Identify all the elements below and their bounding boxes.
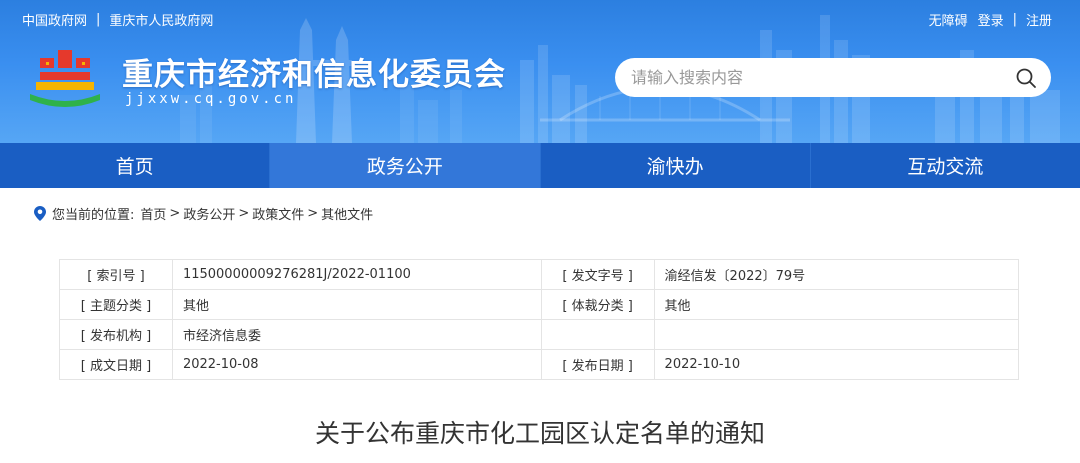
breadcrumb-separator: >	[307, 206, 319, 221]
document-title: 关于公布重庆市化工园区认定名单的通知	[314, 419, 765, 448]
info-label-written-date: [ 成文日期 ]	[59, 349, 173, 380]
site-header: 中国政府网 | 重庆市人民政府网 无障碍 登录 | 注册 重庆市经济和信息化委员…	[0, 0, 1080, 143]
breadcrumb: 您当前的位置: 首页 > 政务公开 > 政策文件 > 其他文件	[34, 204, 373, 223]
info-value-genre: 其他	[653, 289, 1020, 320]
link-register[interactable]: 注册	[1026, 10, 1052, 29]
top-links-right: 无障碍 登录 | 注册	[929, 10, 1052, 29]
info-value-topic: 其他	[171, 289, 542, 320]
table-row: [ 发布机构 ] 市经济信息委	[59, 319, 1020, 350]
info-value-written-date: 2022-10-08	[171, 349, 542, 380]
info-value-publisher: 市经济信息委	[171, 319, 542, 350]
breadcrumb-item-gov-affairs[interactable]: 政务公开	[183, 204, 235, 223]
nav-item-yukuaiban[interactable]: 渝快办	[540, 143, 811, 188]
search-box	[615, 58, 1051, 97]
info-label-publish-date: [ 发布日期 ]	[540, 349, 655, 380]
info-value-index: 11500000009276281J/2022-01100	[171, 259, 542, 290]
location-pin-icon	[34, 206, 46, 221]
info-value-doc-number: 渝经信发〔2022〕79号	[653, 259, 1020, 290]
search-button[interactable]	[1001, 58, 1051, 97]
breadcrumb-separator: >	[238, 206, 250, 221]
top-links-left: 中国政府网 | 重庆市人民政府网	[22, 10, 213, 29]
info-label-index: [ 索引号 ]	[59, 259, 173, 290]
site-logo-icon[interactable]	[26, 44, 104, 112]
link-cq-gov[interactable]: 重庆市人民政府网	[109, 10, 213, 29]
document-info-table: [ 索引号 ] 11500000009276281J/2022-01100 [ …	[59, 259, 1020, 380]
table-row: [ 成文日期 ] 2022-10-08 [ 发布日期 ] 2022-10-10	[59, 349, 1020, 380]
link-accessibility[interactable]: 无障碍	[929, 10, 968, 29]
breadcrumb-item-other-docs[interactable]: 其他文件	[321, 204, 373, 223]
table-row: [ 索引号 ] 11500000009276281J/2022-01100 [ …	[59, 259, 1020, 290]
link-gov-cn[interactable]: 中国政府网	[22, 10, 87, 29]
main-nav: 首页 政务公开 渝快办 互动交流	[0, 143, 1080, 188]
info-label-doc-number: [ 发文字号 ]	[540, 259, 655, 290]
breadcrumb-item-policy-docs[interactable]: 政策文件	[252, 204, 304, 223]
table-row: [ 主题分类 ] 其他 [ 体裁分类 ] 其他	[59, 289, 1020, 320]
info-label-publisher: [ 发布机构 ]	[59, 319, 173, 350]
top-links-divider: |	[96, 12, 101, 27]
search-icon	[1016, 68, 1036, 88]
nav-item-gov-affairs[interactable]: 政务公开	[270, 143, 541, 188]
breadcrumb-item-home[interactable]: 首页	[140, 204, 166, 223]
info-value-empty	[653, 319, 1020, 350]
site-domain: jjxxw.cq.gov.cn	[125, 91, 297, 107]
nav-item-interaction[interactable]: 互动交流	[810, 143, 1080, 188]
top-links-divider: |	[1012, 12, 1017, 27]
nav-item-home[interactable]: 首页	[0, 143, 271, 188]
info-label-empty	[540, 319, 655, 350]
info-value-publish-date: 2022-10-10	[653, 349, 1020, 380]
site-title: 重庆市经济和信息化委员会	[122, 57, 506, 93]
breadcrumb-prefix: 您当前的位置:	[52, 208, 135, 223]
info-label-topic: [ 主题分类 ]	[59, 289, 173, 320]
breadcrumb-separator: >	[169, 206, 181, 221]
search-input[interactable]	[615, 58, 1001, 97]
info-label-genre: [ 体裁分类 ]	[540, 289, 655, 320]
link-login[interactable]: 登录	[978, 10, 1004, 29]
